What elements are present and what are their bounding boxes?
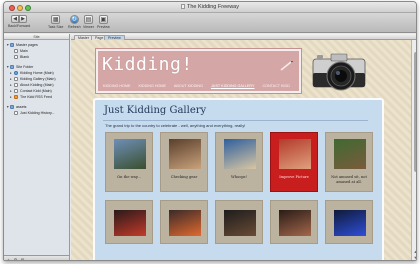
gallery-description: The grand trip to the country to celebra… xyxy=(105,123,246,128)
gallery-thumbnail[interactable] xyxy=(270,200,318,244)
view-options-icon[interactable]: ▤ xyxy=(20,257,25,260)
nav-link-kidding-home-2[interactable]: KIDDING HOME xyxy=(138,84,165,88)
thumbnail-caption: Improve Picture xyxy=(279,175,309,179)
thumbnail-photo[interactable] xyxy=(224,139,256,169)
sidebar-item-rss-feed[interactable]: ▸ The Kidd RSS Feed xyxy=(10,94,52,100)
thumbnail-caption: Not amused sit, not amused at all. xyxy=(331,175,367,184)
scrollbar-thumb[interactable] xyxy=(413,52,416,172)
document-icon xyxy=(181,4,185,9)
gallery-title: Just Kidding Gallery xyxy=(104,105,207,116)
sidebar-item-kidding-history[interactable]: Just Kidding History... xyxy=(14,110,55,116)
thumbnail-photo[interactable] xyxy=(114,139,146,169)
nav-link-contact-kidd[interactable]: CONTACT KIDD xyxy=(262,84,289,88)
thumbnail-caption: On the way... xyxy=(117,175,141,179)
globe-icon xyxy=(14,71,18,75)
toolbar: ◀ ▶ Back/Forward ▦ Task Size ↻ Refresh ▤… xyxy=(4,13,416,33)
page-icon xyxy=(14,111,18,115)
task-size-icon: ▦ xyxy=(51,15,61,24)
thumbnail-caption: Whoops! xyxy=(231,175,247,179)
window-title: The Kidding Freeway xyxy=(4,4,416,10)
nav-link-about-kidding[interactable]: ABOUT KIDDING xyxy=(174,84,203,88)
site-title: Kidding! xyxy=(102,54,193,75)
thumbnail-photo[interactable] xyxy=(334,139,366,169)
nav-link-kidding-home[interactable]: KIDDING HOME xyxy=(103,84,130,88)
preview-icon: ▣ xyxy=(98,15,108,24)
rss-icon xyxy=(14,95,18,99)
title-bar: The Kidding Freeway xyxy=(4,2,416,13)
task-size-button[interactable]: ▦ Task Size xyxy=(48,15,63,29)
camera-icon xyxy=(312,53,366,91)
gallery-thumbnail[interactable] xyxy=(105,200,153,244)
thumbnail-photo[interactable] xyxy=(114,210,146,236)
preview-button[interactable]: ▣ Preview xyxy=(97,15,110,29)
gallery-thumbnail[interactable] xyxy=(160,200,208,244)
nav-link-gallery[interactable]: JUST KIDDING GALLERY xyxy=(211,84,255,88)
vertical-scrollbar[interactable]: ▲ ▼ xyxy=(411,40,416,260)
page-icon xyxy=(14,49,18,53)
viewer-button[interactable]: ▤ Viewer xyxy=(83,15,94,29)
gallery-thumbnail[interactable]: Checking gear xyxy=(160,132,208,192)
web-page-preview: Kidding! KIDDING HOME KIDDING HOME ABOUT… xyxy=(71,40,411,260)
thumbnail-photo[interactable] xyxy=(169,139,201,169)
divider xyxy=(103,120,368,121)
site-sidebar: Site ▼ Master pages Main Blank ▼ Site Fo… xyxy=(4,34,70,260)
site-header: Kidding! KIDDING HOME KIDDING HOME ABOUT… xyxy=(95,48,302,94)
back-forward-label: Back/Forward xyxy=(8,24,31,28)
tab-preview[interactable]: Preview xyxy=(104,34,125,40)
sidebar-footer: + ⚙ ▤ xyxy=(4,255,69,260)
forward-icon[interactable]: ▶ xyxy=(19,15,28,23)
page-icon xyxy=(14,55,18,59)
thumbnail-photo[interactable] xyxy=(224,210,256,236)
add-icon[interactable]: + xyxy=(6,257,11,260)
viewer-icon: ▤ xyxy=(83,15,93,24)
gear-icon[interactable]: ⚙ xyxy=(13,257,18,260)
refresh-icon: ↻ xyxy=(69,15,79,24)
gallery-thumbnail[interactable]: Improve Picture xyxy=(270,132,318,192)
thumbnail-caption: Checking gear xyxy=(170,175,198,179)
app-window: The Kidding Freeway ◀ ▶ Back/Forward ▦ T… xyxy=(3,1,417,261)
thumbnail-photo[interactable] xyxy=(279,139,311,169)
gallery-thumbnail[interactable] xyxy=(325,200,373,244)
gallery-thumbnail[interactable]: On the way... xyxy=(105,132,153,192)
thumbnail-photo[interactable] xyxy=(279,210,311,236)
sidebar-header: Site xyxy=(4,34,69,40)
folder-icon xyxy=(10,65,14,69)
pencil-icon xyxy=(280,61,294,71)
gallery-thumbnail[interactable]: Not amused sit, not amused at all. xyxy=(325,132,373,192)
gallery-panel: Just Kidding Gallery The grand trip to t… xyxy=(93,98,384,260)
page-icon xyxy=(14,77,18,81)
gallery-thumbnail[interactable] xyxy=(215,200,263,244)
scroll-down-icon[interactable]: ▼ xyxy=(412,255,416,260)
thumbnail-photo[interactable] xyxy=(334,210,366,236)
back-forward-control: ◀ ▶ Back/Forward xyxy=(8,15,30,28)
page-icon xyxy=(14,89,18,93)
page-icon xyxy=(14,83,18,87)
site-nav: KIDDING HOME KIDDING HOME ABOUT KIDDING … xyxy=(103,84,290,88)
preview-area: Master Page Preview Kidding! KIDDING HOM… xyxy=(71,34,416,260)
folder-icon xyxy=(10,105,14,109)
refresh-button[interactable]: ↻ Refresh xyxy=(68,15,81,29)
thumbnail-photo[interactable] xyxy=(169,210,201,236)
back-icon[interactable]: ◀ xyxy=(11,15,20,23)
gallery-thumbnail[interactable]: Whoops! xyxy=(215,132,263,192)
sidebar-item-blank[interactable]: Blank xyxy=(14,54,29,60)
folder-icon xyxy=(10,43,14,47)
